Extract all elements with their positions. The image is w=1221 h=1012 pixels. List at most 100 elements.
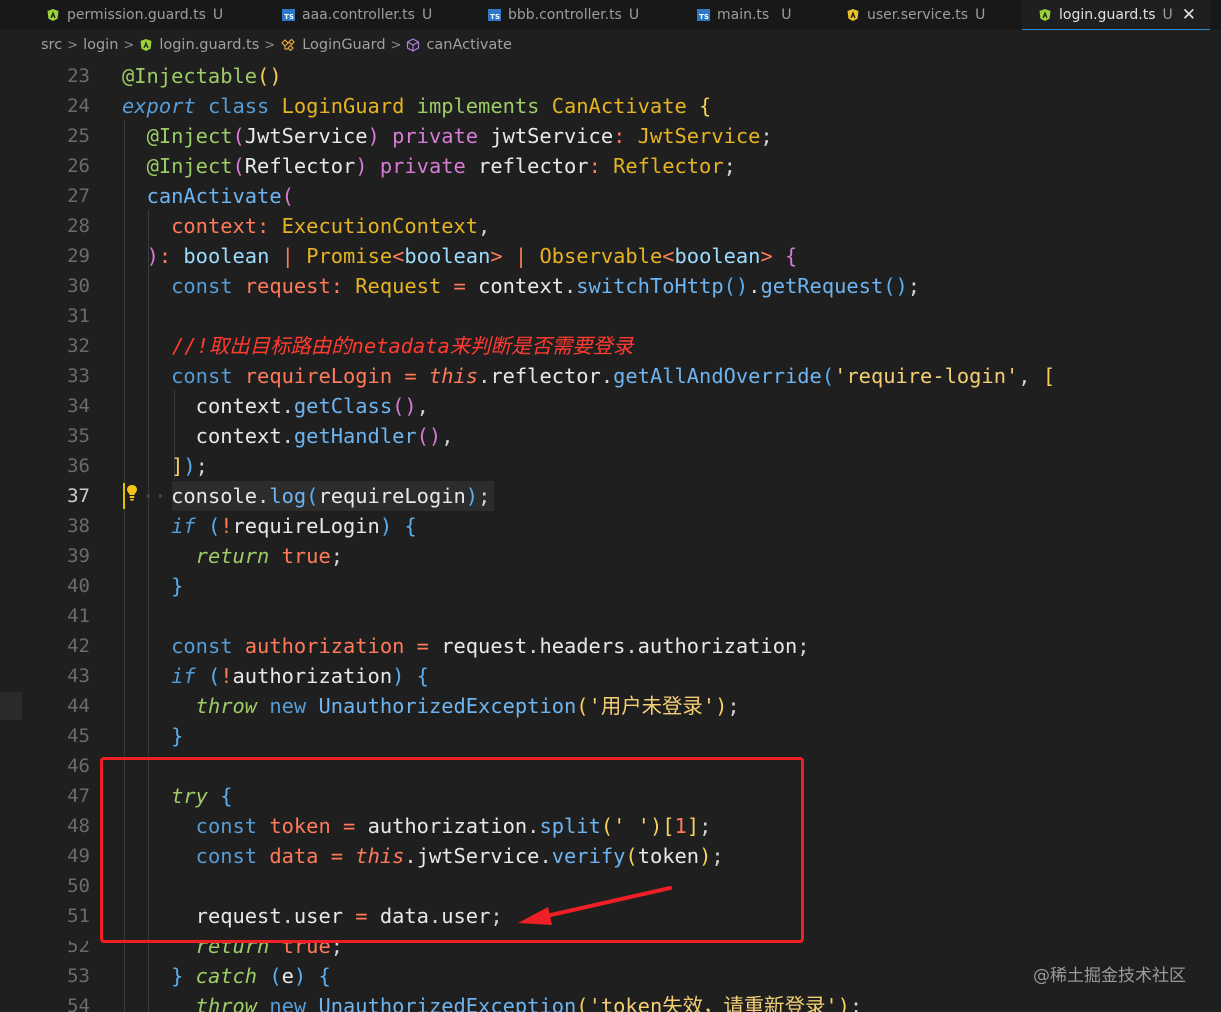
tab-user-service[interactable]: user.service.ts U [846,0,985,30]
code-text: context: ExecutionContext, [171,214,491,238]
code-line: 35 context.getHandler(), [0,421,1221,451]
git-status-badge: U [628,7,640,23]
code-text: throw new UnauthorizedException('用户未登录')… [195,694,740,718]
code-line: 24 export class LoginGuard implements Ca… [0,91,1221,121]
angular-icon [46,8,60,22]
tab-aaa-controller[interactable]: TS aaa.controller.ts U [282,0,432,30]
chevron-right-icon: > [67,37,79,53]
close-icon[interactable]: ✕ [1182,5,1196,25]
code-text: if (!requireLogin) { [171,514,417,538]
code-text: const request: Request = context.switchT… [171,274,921,298]
code-line: 29 ): boolean | Promise<boolean> | Obser… [0,241,1221,271]
highlight-box-annotation [100,757,804,943]
line-number: 27 [67,185,90,207]
breadcrumb-item-method[interactable]: canActivate [426,37,511,53]
ts-icon: TS [488,9,501,21]
code-line: 36 ]); [0,451,1221,481]
code-line: 43 if (!authorization) { [0,661,1221,691]
code-line: 41 [0,601,1221,631]
git-status-badge: U [781,7,792,23]
line-number: 34 [67,395,90,417]
line-number: 47 [67,785,90,807]
code-line: 27 canActivate( [0,181,1221,211]
tab-bbb-controller[interactable]: TS bbb.controller.ts U [488,0,639,30]
line-number: 32 [67,335,90,357]
code-line: 38 if (!requireLogin) { [0,511,1221,541]
code-text: throw new UnauthorizedException('token失效… [195,994,863,1012]
code-line: 26 @Inject(Reflector) private reflector:… [0,151,1221,181]
code-text: } [171,724,184,748]
line-number: 52 [67,935,90,957]
chevron-right-icon: > [123,37,135,53]
angular-icon [139,38,153,52]
line-number: 46 [67,755,90,777]
code-text: context.getClass(), [195,394,429,418]
code-text: return true; [195,544,344,568]
angular-icon [1038,8,1052,22]
code-line: 25 @Inject(JwtService) private jwtServic… [0,121,1221,151]
code-text: canActivate( [146,184,294,208]
tab-label: user.service.ts [867,7,969,23]
code-text: console.log(requireLogin); [171,484,491,508]
breadcrumb-item-class[interactable]: LoginGuard [302,37,385,53]
line-number: 37 [67,485,90,507]
git-status-badge: U [212,7,224,23]
line-number: 40 [67,575,90,597]
tab-label: aaa.controller.ts [302,7,415,23]
code-line: 54 throw new UnauthorizedException('toke… [0,991,1221,1012]
code-line: 40 } [0,571,1221,601]
git-status-badge: U [421,7,433,23]
annotation-arrow-icon [518,886,672,925]
line-number: 26 [67,155,90,177]
angular-icon [846,8,860,22]
code-line: 33 const requireLogin = this.reflector.g… [0,361,1221,391]
line-number: 35 [67,425,90,447]
code-line: 28 context: ExecutionContext, [0,211,1221,241]
breadcrumb-item-src[interactable]: src [41,37,62,53]
line-number: 45 [67,725,90,747]
code-text: ]); [171,454,208,478]
code-line: 30 const request: Request = context.swit… [0,271,1221,301]
line-number: 43 [67,665,90,687]
line-number: 28 [67,215,90,237]
code-text: const authorization = request.headers.au… [171,634,810,658]
class-symbol-icon [280,38,296,52]
tab-label: permission.guard.ts [67,7,206,23]
code-line: 31 [0,301,1221,331]
code-text: @Inject(Reflector) private reflector: Re… [146,154,736,178]
line-number: 38 [67,515,90,537]
code-text: } catch (e) { [171,964,331,988]
breadcrumb-item-file[interactable]: login.guard.ts [159,37,259,53]
line-number: 41 [67,605,90,627]
code-line: 32 //!取出目标路由的netadata来判断是否需要登录 [0,331,1221,361]
line-number: 30 [67,275,90,297]
code-text: context.getHandler(), [195,424,454,448]
code-text: } [171,574,184,598]
watermark: @稀土掘金技术社区 [1033,966,1186,986]
code-line: 42 const authorization = request.headers… [0,631,1221,661]
ts-icon: TS [697,9,710,21]
line-number: 49 [67,845,90,867]
code-comment: //!取出目标路由的netadata来判断是否需要登录 [172,334,634,358]
breadcrumb-item-login[interactable]: login [83,37,118,53]
tab-label: login.guard.ts [1059,6,1156,23]
code-line-current: 37 ·· console.log(requireLogin); [0,481,1221,511]
chevron-right-icon: > [390,37,402,53]
tab-login-guard[interactable]: login.guard.ts U ✕ [1022,0,1211,30]
tab-label: bbb.controller.ts [508,7,622,23]
tab-label: main.ts [717,7,770,23]
tab-main[interactable]: TS main.ts U [697,0,791,30]
code-text: @Inject(JwtService) private jwtService: … [146,124,773,148]
line-number: 44 [67,695,90,717]
git-status-badge: U [975,7,986,23]
line-number: 42 [67,635,90,657]
tab-permission-guard[interactable]: permission.guard.ts U [46,0,223,30]
breadcrumb: src > login > login.guard.ts > LoginGuar… [0,30,1221,60]
line-number: 24 [67,95,90,117]
code-line: 45 } [0,721,1221,751]
line-number: 36 [67,455,90,477]
code-text: if (!authorization) { [171,664,429,688]
line-number: 25 [67,125,90,147]
code-text: ): boolean | Promise<boolean> | Observab… [146,244,798,268]
line-number: 31 [67,305,90,327]
